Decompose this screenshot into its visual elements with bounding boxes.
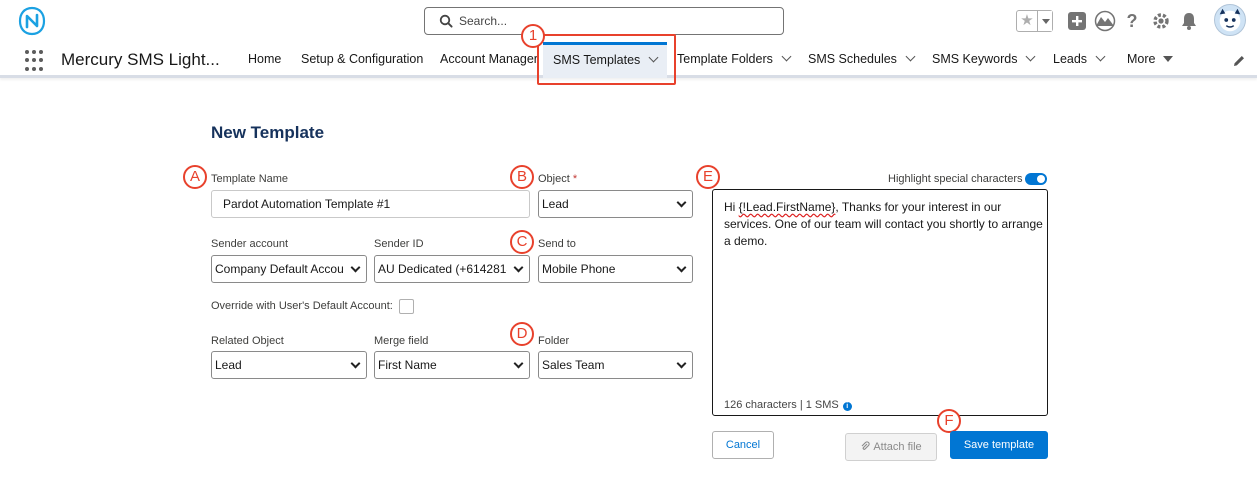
favorites-dropdown-icon[interactable]: [1037, 11, 1052, 31]
annotation-marker-c: C: [510, 230, 534, 254]
folder-value: Sales Team: [542, 358, 605, 372]
override-default-account-checkbox[interactable]: [399, 299, 414, 314]
annotation-marker-f: F: [937, 409, 961, 433]
character-counter: 126 characters | 1 SMS i: [724, 399, 852, 411]
sender-id-value: AU Dedicated (+61428187: [378, 262, 507, 276]
annotation-marker-d: D: [510, 322, 534, 346]
character-count-text: 126 characters | 1 SMS: [724, 399, 839, 411]
folder-label: Folder: [538, 335, 570, 347]
sender-account-value: Company Default Account: [215, 262, 344, 276]
search-placeholder: Search...: [459, 14, 508, 28]
chevron-down-icon[interactable]: [905, 51, 916, 62]
related-object-value: Lead: [215, 358, 242, 372]
object-label: Object *: [538, 173, 577, 185]
nav-item-label: Setup & Configuration: [301, 52, 424, 66]
app-name: Mercury SMS Light...: [61, 50, 220, 69]
app-logo-icon[interactable]: [18, 6, 46, 36]
folder-select[interactable]: Sales Team: [538, 351, 693, 379]
global-search-input[interactable]: Search...: [424, 7, 784, 35]
toggle-knob: [1037, 175, 1045, 183]
chevron-down-icon[interactable]: [1095, 51, 1106, 62]
message-body-textarea[interactable]: Hi {!Lead.FirstName}, Thanks for your in…: [712, 189, 1048, 416]
help-icon[interactable]: ?: [1124, 10, 1140, 32]
nav-item-label: Account Manager: [440, 52, 538, 66]
override-default-account-label: Override with User's Default Account:: [211, 300, 393, 312]
sender-account-label: Sender account: [211, 238, 289, 250]
user-avatar[interactable]: [1214, 4, 1246, 36]
nav-item-sms-keywords[interactable]: SMS Keywords: [932, 42, 1036, 78]
notifications-bell-icon[interactable]: [1180, 10, 1198, 32]
add-icon[interactable]: [1067, 10, 1087, 32]
object-label-text: Object: [538, 173, 570, 185]
nav-item-label: SMS Keywords: [932, 52, 1018, 66]
app-launcher-icon[interactable]: [25, 50, 47, 72]
caret-down-icon: [1163, 56, 1174, 62]
nav-item-template-folders[interactable]: Template Folders: [677, 42, 792, 78]
related-object-select[interactable]: Lead: [211, 351, 367, 379]
chevron-down-icon: [513, 262, 524, 273]
chevron-down-icon: [676, 197, 687, 208]
merge-field-label: Merge field: [374, 335, 429, 347]
annotation-marker-a: A: [183, 165, 207, 189]
annotation-marker-1: 1: [521, 24, 545, 48]
chevron-down-icon: [676, 358, 687, 369]
send-to-value: Mobile Phone: [542, 262, 616, 276]
favorites-star-icon: ★: [1020, 12, 1034, 29]
nav-item-more[interactable]: More: [1127, 42, 1174, 78]
chevron-down-icon: [350, 262, 361, 273]
cancel-button[interactable]: Cancel: [712, 431, 774, 459]
favorites-button[interactable]: ★: [1016, 10, 1053, 32]
chevron-down-icon: [513, 358, 524, 369]
attach-file-label: Attach file: [873, 441, 922, 453]
related-object-label: Related Object: [211, 335, 284, 347]
object-select-value: Lead: [542, 197, 569, 211]
required-asterisk: *: [572, 173, 578, 185]
nav-item-label: Template Folders: [677, 52, 773, 66]
merge-field-token: {!Lead.FirstName}: [738, 200, 836, 214]
astro-avatar-icon: [1219, 8, 1241, 32]
annotation-marker-b: B: [510, 165, 534, 189]
nav-item-label: Home: [248, 52, 282, 66]
merge-field-value: First Name: [378, 358, 437, 372]
sender-id-select[interactable]: AU Dedicated (+61428187: [374, 255, 530, 283]
merge-field-select[interactable]: First Name: [374, 351, 530, 379]
trailhead-icon[interactable]: [1094, 10, 1116, 32]
chevron-down-icon[interactable]: [781, 51, 792, 62]
message-prefix: Hi: [724, 200, 739, 214]
highlight-special-characters-toggle[interactable]: [1025, 173, 1047, 185]
nav-item-setup-configuration[interactable]: Setup & Configuration: [301, 42, 423, 78]
save-template-button[interactable]: Save template: [950, 431, 1048, 459]
info-icon[interactable]: i: [842, 402, 852, 411]
object-select[interactable]: Lead: [538, 190, 693, 218]
edit-nav-pencil-icon[interactable]: [1232, 54, 1246, 68]
paperclip-icon: [861, 441, 870, 450]
search-icon: [439, 14, 453, 28]
template-name-label: Template Name: [211, 173, 289, 185]
nav-item-label: Leads: [1053, 52, 1088, 66]
annotation-marker-e: E: [696, 165, 720, 189]
chevron-down-icon: [676, 262, 687, 273]
highlight-special-characters-label: Highlight special characters: [888, 173, 1023, 185]
nav-item-leads[interactable]: Leads: [1053, 42, 1106, 78]
nav-item-label: SMS Schedules: [808, 52, 897, 66]
template-name-input[interactable]: Pardot Automation Template #1: [211, 190, 530, 218]
attach-file-button: Attach file: [845, 433, 937, 461]
send-to-label: Send to: [538, 238, 576, 250]
sender-id-label: Sender ID: [374, 238, 424, 250]
sender-account-select[interactable]: Company Default Account: [211, 255, 367, 283]
settings-icon[interactable]: [1151, 10, 1171, 32]
chevron-down-icon: [350, 358, 361, 369]
nav-item-label: More: [1127, 52, 1156, 66]
annotation-highlight-box: [537, 34, 676, 85]
nav-item-sms-schedules[interactable]: SMS Schedules: [808, 42, 916, 78]
chevron-down-icon[interactable]: [1026, 51, 1036, 62]
page-title: New Template: [211, 123, 325, 142]
message-text: Hi {!Lead.FirstName}, Thanks for your in…: [724, 199, 1044, 250]
nav-item-account-manager[interactable]: Account Manager: [440, 42, 538, 78]
nav-item-home[interactable]: Home: [248, 42, 281, 78]
send-to-select[interactable]: Mobile Phone: [538, 255, 693, 283]
